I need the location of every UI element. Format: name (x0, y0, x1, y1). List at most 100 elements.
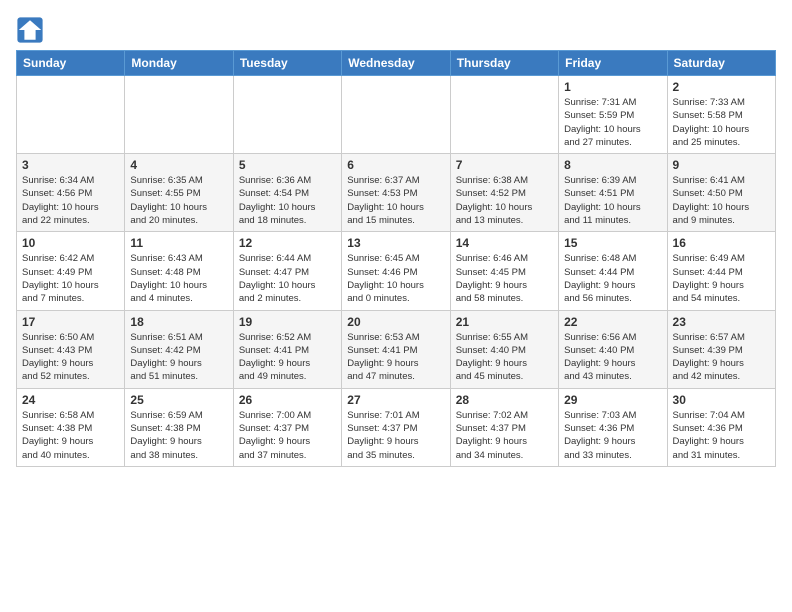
day-number: 12 (239, 236, 336, 250)
calendar-cell: 1 Sunrise: 7:31 AM Sunset: 5:59 PM Daylig… (559, 76, 667, 154)
calendar-cell: 19 Sunrise: 6:52 AM Sunset: 4:41 PM Dayli… (233, 310, 341, 388)
day-info: Sunrise: 7:02 AM Sunset: 4:37 PM Dayligh… (456, 409, 553, 462)
day-number: 15 (564, 236, 661, 250)
calendar-cell: 18 Sunrise: 6:51 AM Sunset: 4:42 PM Dayli… (125, 310, 233, 388)
weekday-header-saturday: Saturday (667, 51, 775, 76)
calendar-week-4: 17 Sunrise: 6:50 AM Sunset: 4:43 PM Dayli… (17, 310, 776, 388)
day-info: Sunrise: 6:55 AM Sunset: 4:40 PM Dayligh… (456, 331, 553, 384)
logo-icon (16, 16, 44, 44)
day-number: 14 (456, 236, 553, 250)
day-number: 23 (673, 315, 770, 329)
day-info: Sunrise: 7:04 AM Sunset: 4:36 PM Dayligh… (673, 409, 770, 462)
weekday-header-tuesday: Tuesday (233, 51, 341, 76)
day-number: 30 (673, 393, 770, 407)
calendar-cell: 2 Sunrise: 7:33 AM Sunset: 5:58 PM Daylig… (667, 76, 775, 154)
day-info: Sunrise: 6:52 AM Sunset: 4:41 PM Dayligh… (239, 331, 336, 384)
day-info: Sunrise: 6:42 AM Sunset: 4:49 PM Dayligh… (22, 252, 119, 305)
calendar-cell: 26 Sunrise: 7:00 AM Sunset: 4:37 PM Dayli… (233, 388, 341, 466)
day-info: Sunrise: 6:50 AM Sunset: 4:43 PM Dayligh… (22, 331, 119, 384)
calendar-cell: 24 Sunrise: 6:58 AM Sunset: 4:38 PM Dayli… (17, 388, 125, 466)
calendar-cell: 7Sunrise: 6:38 AM Sunset: 4:52 PM Daylig… (450, 154, 558, 232)
day-number: 8 (564, 158, 661, 172)
day-number: 22 (564, 315, 661, 329)
day-number: 24 (22, 393, 119, 407)
calendar-cell (17, 76, 125, 154)
day-info: Sunrise: 6:39 AM Sunset: 4:51 PM Dayligh… (564, 174, 661, 227)
day-number: 28 (456, 393, 553, 407)
day-info: Sunrise: 6:53 AM Sunset: 4:41 PM Dayligh… (347, 331, 444, 384)
day-info: Sunrise: 6:38 AM Sunset: 4:52 PM Dayligh… (456, 174, 553, 227)
weekday-header-wednesday: Wednesday (342, 51, 450, 76)
calendar-cell: 23 Sunrise: 6:57 AM Sunset: 4:39 PM Dayli… (667, 310, 775, 388)
page-header (16, 16, 776, 44)
day-number: 1 (564, 80, 661, 94)
day-number: 3 (22, 158, 119, 172)
calendar-cell: 12 Sunrise: 6:44 AM Sunset: 4:47 PM Dayli… (233, 232, 341, 310)
day-number: 10 (22, 236, 119, 250)
day-info: Sunrise: 6:58 AM Sunset: 4:38 PM Dayligh… (22, 409, 119, 462)
day-info: Sunrise: 7:00 AM Sunset: 4:37 PM Dayligh… (239, 409, 336, 462)
calendar-week-3: 10 Sunrise: 6:42 AM Sunset: 4:49 PM Dayli… (17, 232, 776, 310)
calendar-week-2: 3 Sunrise: 6:34 AM Sunset: 4:56 PM Daylig… (17, 154, 776, 232)
calendar-week-5: 24 Sunrise: 6:58 AM Sunset: 4:38 PM Dayli… (17, 388, 776, 466)
calendar-cell: 6 Sunrise: 6:37 AM Sunset: 4:53 PM Daylig… (342, 154, 450, 232)
calendar-cell (233, 76, 341, 154)
calendar: SundayMondayTuesdayWednesdayThursdayFrid… (16, 50, 776, 467)
calendar-cell: 14 Sunrise: 6:46 AM Sunset: 4:45 PM Dayli… (450, 232, 558, 310)
day-info: Sunrise: 6:56 AM Sunset: 4:40 PM Dayligh… (564, 331, 661, 384)
calendar-cell: 16 Sunrise: 6:49 AM Sunset: 4:44 PM Dayli… (667, 232, 775, 310)
day-info: Sunrise: 6:35 AM Sunset: 4:55 PM Dayligh… (130, 174, 227, 227)
calendar-cell: 27 Sunrise: 7:01 AM Sunset: 4:37 PM Dayli… (342, 388, 450, 466)
day-number: 25 (130, 393, 227, 407)
calendar-cell: 8 Sunrise: 6:39 AM Sunset: 4:51 PM Daylig… (559, 154, 667, 232)
day-info: Sunrise: 6:46 AM Sunset: 4:45 PM Dayligh… (456, 252, 553, 305)
day-number: 2 (673, 80, 770, 94)
day-info: Sunrise: 6:49 AM Sunset: 4:44 PM Dayligh… (673, 252, 770, 305)
calendar-cell: 10 Sunrise: 6:42 AM Sunset: 4:49 PM Dayli… (17, 232, 125, 310)
day-info: Sunrise: 6:51 AM Sunset: 4:42 PM Dayligh… (130, 331, 227, 384)
day-number: 6 (347, 158, 444, 172)
day-info: Sunrise: 6:34 AM Sunset: 4:56 PM Dayligh… (22, 174, 119, 227)
day-number: 18 (130, 315, 227, 329)
calendar-body: 1 Sunrise: 7:31 AM Sunset: 5:59 PM Daylig… (17, 76, 776, 467)
day-number: 19 (239, 315, 336, 329)
day-info: Sunrise: 6:59 AM Sunset: 4:38 PM Dayligh… (130, 409, 227, 462)
day-info: Sunrise: 6:48 AM Sunset: 4:44 PM Dayligh… (564, 252, 661, 305)
day-info: Sunrise: 6:44 AM Sunset: 4:47 PM Dayligh… (239, 252, 336, 305)
day-info: Sunrise: 7:03 AM Sunset: 4:36 PM Dayligh… (564, 409, 661, 462)
day-number: 21 (456, 315, 553, 329)
day-number: 29 (564, 393, 661, 407)
calendar-cell: 3 Sunrise: 6:34 AM Sunset: 4:56 PM Daylig… (17, 154, 125, 232)
day-info: Sunrise: 6:37 AM Sunset: 4:53 PM Dayligh… (347, 174, 444, 227)
calendar-cell: 5Sunrise: 6:36 AM Sunset: 4:54 PM Daylig… (233, 154, 341, 232)
day-number: 20 (347, 315, 444, 329)
calendar-cell: 21 Sunrise: 6:55 AM Sunset: 4:40 PM Dayli… (450, 310, 558, 388)
calendar-week-1: 1 Sunrise: 7:31 AM Sunset: 5:59 PM Daylig… (17, 76, 776, 154)
calendar-cell: 11Sunrise: 6:43 AM Sunset: 4:48 PM Dayli… (125, 232, 233, 310)
day-info: Sunrise: 7:01 AM Sunset: 4:37 PM Dayligh… (347, 409, 444, 462)
day-number: 26 (239, 393, 336, 407)
weekday-header-friday: Friday (559, 51, 667, 76)
day-number: 13 (347, 236, 444, 250)
calendar-cell (342, 76, 450, 154)
day-info: Sunrise: 7:33 AM Sunset: 5:58 PM Dayligh… (673, 96, 770, 149)
day-info: Sunrise: 7:31 AM Sunset: 5:59 PM Dayligh… (564, 96, 661, 149)
day-info: Sunrise: 6:57 AM Sunset: 4:39 PM Dayligh… (673, 331, 770, 384)
calendar-cell: 29 Sunrise: 7:03 AM Sunset: 4:36 PM Dayli… (559, 388, 667, 466)
calendar-cell: 30 Sunrise: 7:04 AM Sunset: 4:36 PM Dayli… (667, 388, 775, 466)
calendar-cell: 17 Sunrise: 6:50 AM Sunset: 4:43 PM Dayli… (17, 310, 125, 388)
day-number: 11 (130, 236, 227, 250)
day-info: Sunrise: 6:36 AM Sunset: 4:54 PM Dayligh… (239, 174, 336, 227)
weekday-header-sunday: Sunday (17, 51, 125, 76)
calendar-cell (450, 76, 558, 154)
day-info: Sunrise: 6:41 AM Sunset: 4:50 PM Dayligh… (673, 174, 770, 227)
day-number: 17 (22, 315, 119, 329)
calendar-cell: 15 Sunrise: 6:48 AM Sunset: 4:44 PM Dayli… (559, 232, 667, 310)
day-info: Sunrise: 6:45 AM Sunset: 4:46 PM Dayligh… (347, 252, 444, 305)
logo (16, 16, 48, 44)
day-number: 16 (673, 236, 770, 250)
calendar-cell: 4Sunrise: 6:35 AM Sunset: 4:55 PM Daylig… (125, 154, 233, 232)
calendar-cell: 13 Sunrise: 6:45 AM Sunset: 4:46 PM Dayli… (342, 232, 450, 310)
weekday-header-thursday: Thursday (450, 51, 558, 76)
day-number: 27 (347, 393, 444, 407)
